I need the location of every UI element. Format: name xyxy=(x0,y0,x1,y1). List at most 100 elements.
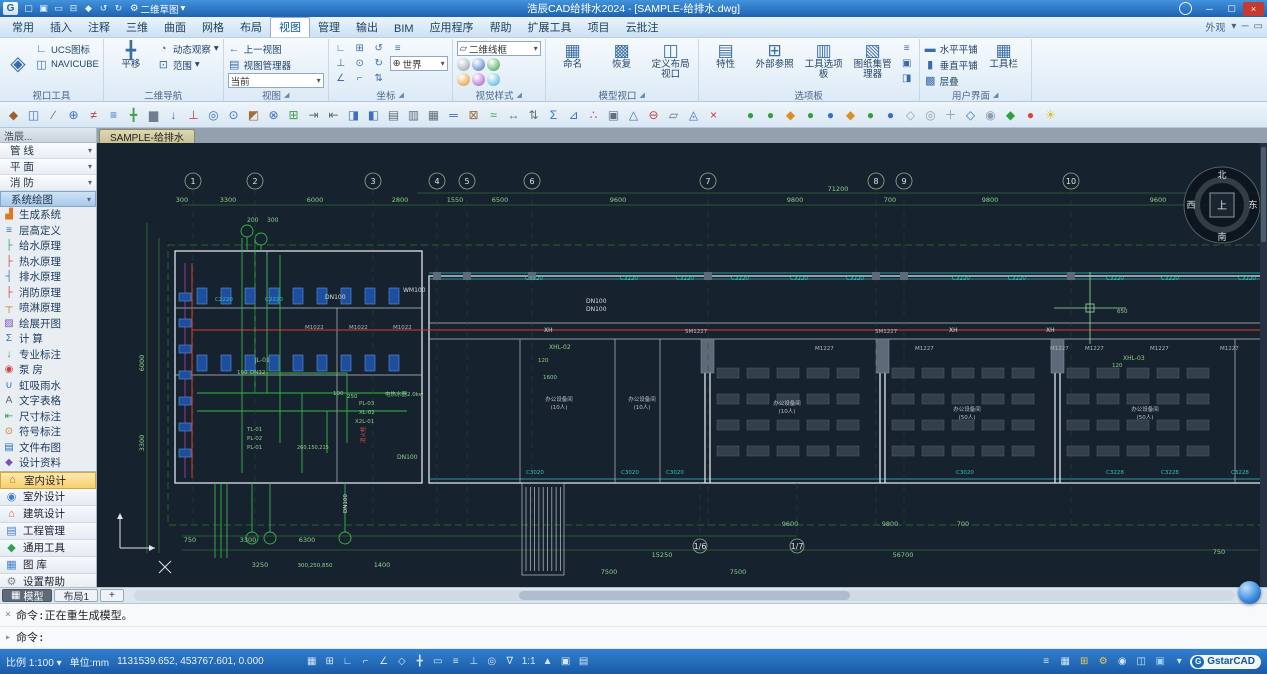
previous-view-button[interactable]: ←上一视图 xyxy=(228,41,324,56)
palette-extra-3-button[interactable]: ◨ xyxy=(899,71,915,85)
sidebar-category-2[interactable]: 消 防▾ xyxy=(0,175,96,191)
status-right-icon-7[interactable]: ▾ xyxy=(1171,654,1187,670)
toolbar-icon-19[interactable]: ▤ xyxy=(384,105,403,125)
ucs-named-button[interactable]: ≡ xyxy=(390,41,406,55)
compass-north[interactable]: 北 xyxy=(1217,170,1226,181)
toolbar-icon-4[interactable]: ≠ xyxy=(84,105,103,125)
orbit-button[interactable]: ◔动态观察▾ xyxy=(157,41,219,56)
sidebar-item-14[interactable]: ⊙符号标注 xyxy=(0,424,96,440)
ucs-c-button[interactable]: ∠ xyxy=(333,71,349,85)
sidebar-module-2[interactable]: ⌂建筑设计 xyxy=(0,506,96,523)
toolbar-icon-9[interactable]: ⊥ xyxy=(184,105,203,125)
toolbars-button[interactable]: ▦工具栏 xyxy=(981,41,1027,70)
toolbar-icon-25[interactable]: ↔ xyxy=(504,105,523,125)
toolbar-icon-11[interactable]: ⊙ xyxy=(224,105,243,125)
toolbar-icon-17[interactable]: ◨ xyxy=(344,105,363,125)
toolbar-icon-30[interactable]: ▣ xyxy=(604,105,623,125)
toolbar-icon-32[interactable]: ⊖ xyxy=(644,105,663,125)
quick-access-icon-3[interactable]: ⊟ xyxy=(66,2,81,16)
toolbar-plugin-icon-2[interactable]: ◆ xyxy=(781,105,800,125)
xref-palette-button[interactable]: ⊞外部参照 xyxy=(752,41,798,70)
sidebar-module-3[interactable]: ▤工程管理 xyxy=(0,523,96,540)
horizontal-scrollbar-thumb[interactable] xyxy=(519,591,849,600)
status-right-icon-6[interactable]: ▣ xyxy=(1152,654,1168,670)
palette-extra-2-button[interactable]: ▣ xyxy=(899,56,915,70)
visual-style-sphere-4[interactable] xyxy=(472,73,485,86)
sidebar-item-7[interactable]: ▨绘展开图 xyxy=(0,316,96,332)
palette-extra-1-button[interactable]: ≡ xyxy=(899,41,915,55)
toolbar-icon-18[interactable]: ◧ xyxy=(364,105,383,125)
compass-east[interactable]: 东 xyxy=(1248,199,1257,211)
visual-style-sphere-2[interactable] xyxy=(487,58,500,71)
ribbon-tab-15[interactable]: 云批注 xyxy=(618,18,667,37)
toolbar-plugin-icon-8[interactable]: ◇ xyxy=(901,105,920,125)
quick-access-icon-5[interactable]: ↺ xyxy=(96,2,111,16)
status-right-icon-0[interactable]: ≡ xyxy=(1038,654,1054,670)
toolbar-icon-35[interactable]: × xyxy=(704,105,723,125)
sidebar-item-0[interactable]: ▟生成系统 xyxy=(0,207,96,223)
sidebar-item-6[interactable]: ┬喷淋原理 xyxy=(0,300,96,316)
toolbar-plugin-icon-11[interactable]: ◇ xyxy=(961,105,980,125)
ucs-a-button[interactable]: ∟ xyxy=(333,41,349,55)
visual-style-sphere-3[interactable] xyxy=(457,73,470,86)
toolbar-icon-5[interactable]: ≡ xyxy=(104,105,123,125)
ribbon-tab-2[interactable]: 注释 xyxy=(80,18,118,37)
toolbar-icon-0[interactable]: ◆ xyxy=(4,105,23,125)
quick-access-icon-0[interactable]: ▢ xyxy=(21,2,36,16)
sidebar-item-11[interactable]: ∪虹吸雨水 xyxy=(0,378,96,394)
tile-horizontal-button[interactable]: ▬水平平铺 xyxy=(924,41,978,56)
toolbar-plugin-icon-13[interactable]: ◆ xyxy=(1001,105,1020,125)
add-layout-button[interactable]: + xyxy=(100,589,124,602)
compass-center[interactable]: 上 xyxy=(1217,200,1227,212)
viewport-tool-icon[interactable]: ◈ xyxy=(4,41,32,85)
view-compass[interactable]: 北 南 西 东 上 xyxy=(1184,167,1260,243)
navicube-toggle-button[interactable]: ◫NAVICUBE xyxy=(35,57,99,72)
ribbon-tab-13[interactable]: 扩展工具 xyxy=(520,18,580,37)
status-right-icon-5[interactable]: ◫ xyxy=(1133,654,1149,670)
status-toggle-0[interactable]: ▦ xyxy=(304,654,320,670)
sidebar-item-12[interactable]: A文字表格 xyxy=(0,393,96,409)
dialog-launcher-icon[interactable]: ◢ xyxy=(398,91,403,99)
status-toggle-5[interactable]: ◇ xyxy=(394,654,410,670)
toolbar-plugin-icon-14[interactable]: ● xyxy=(1021,105,1040,125)
vertical-scrollbar-thumb[interactable] xyxy=(1261,147,1266,242)
status-right-icon-4[interactable]: ◉ xyxy=(1114,654,1130,670)
sidebar-header[interactable]: 浩辰... xyxy=(0,128,96,143)
ucs-e-button[interactable]: ⊙ xyxy=(352,56,368,70)
sidebar-module-4[interactable]: ◆通用工具 xyxy=(0,540,96,557)
toolbar-icon-12[interactable]: ◩ xyxy=(244,105,263,125)
ucs-g-button[interactable]: ↺ xyxy=(371,41,387,55)
toolbar-icon-8[interactable]: ↓ xyxy=(164,105,183,125)
visual-style-sphere-0[interactable] xyxy=(457,58,470,71)
toolbar-plugin-icon-10[interactable]: ＋ xyxy=(941,105,960,125)
status-toggle-3[interactable]: ⌐ xyxy=(358,654,374,670)
toolbar-plugin-icon-5[interactable]: ◆ xyxy=(841,105,860,125)
quick-access-icon-1[interactable]: ▣ xyxy=(36,2,51,16)
pan-button[interactable]: ╋平移 xyxy=(108,41,154,70)
maximize-button[interactable]: ▢ xyxy=(1221,2,1242,16)
app-logo-icon[interactable]: G xyxy=(3,2,18,15)
toolbar-icon-14[interactable]: ⊞ xyxy=(284,105,303,125)
dialog-launcher-icon[interactable]: ◢ xyxy=(516,91,521,99)
dialog-launcher-icon[interactable]: ◢ xyxy=(284,91,289,99)
toolbar-icon-34[interactable]: ◬ xyxy=(684,105,703,125)
workspace-switcher[interactable]: ⚙ 二维草图 ▾ xyxy=(126,2,189,16)
zoom-extents-button[interactable]: ⊡范围▾ xyxy=(157,57,219,72)
status-toggle-8[interactable]: ≡ xyxy=(448,654,464,670)
toolbar-icon-33[interactable]: ▱ xyxy=(664,105,683,125)
toolbar-plugin-icon-3[interactable]: ● xyxy=(801,105,820,125)
toolbar-icon-16[interactable]: ⇤ xyxy=(324,105,343,125)
compass-south[interactable]: 南 xyxy=(1217,231,1226,243)
status-toggle-9[interactable]: ⊥ xyxy=(466,654,482,670)
toolbar-icon-29[interactable]: ∴ xyxy=(584,105,603,125)
status-toggle-11[interactable]: ∇ xyxy=(502,654,518,670)
toolbar-plugin-icon-15[interactable]: ☀ xyxy=(1041,105,1060,125)
sidebar-item-2[interactable]: ├给水原理 xyxy=(0,238,96,254)
toolbar-icon-6[interactable]: ╋ xyxy=(124,105,143,125)
sheet-set-manager-button[interactable]: ▧图纸集管理器 xyxy=(850,41,896,80)
ribbon-tab-3[interactable]: 三维 xyxy=(118,18,156,37)
toolbar-icon-28[interactable]: ⊿ xyxy=(564,105,583,125)
horizontal-scrollbar[interactable] xyxy=(134,590,1235,601)
tab-model[interactable]: ▦ 模型 xyxy=(2,589,52,602)
gstarcad-brand[interactable]: G GstarCAD xyxy=(1190,655,1261,669)
